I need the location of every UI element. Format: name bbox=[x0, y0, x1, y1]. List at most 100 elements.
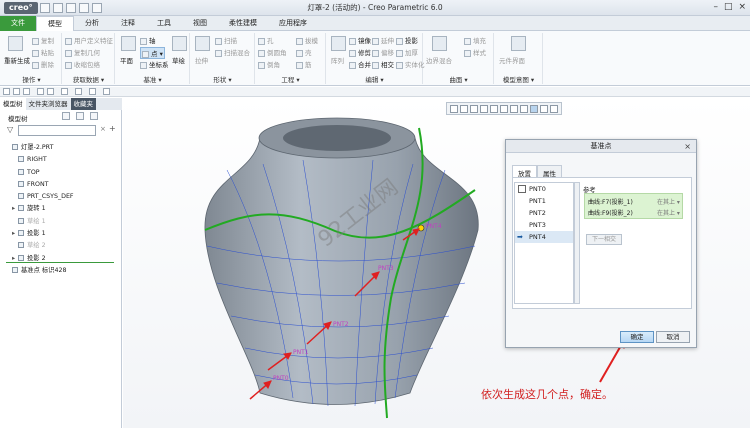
project-button[interactable]: 投影 bbox=[396, 35, 418, 45]
trim-button[interactable]: 修剪 bbox=[349, 47, 371, 57]
tab-flexible-modeling[interactable]: 柔性建模 bbox=[218, 16, 268, 31]
shell-button[interactable]: 壳 bbox=[296, 47, 312, 57]
datum-display-icon[interactable] bbox=[530, 105, 538, 113]
refit-icon[interactable] bbox=[470, 105, 478, 113]
tab-tools[interactable]: 工具 bbox=[146, 16, 182, 31]
regenerate-small-icon[interactable] bbox=[61, 88, 68, 95]
references-collector[interactable]: 曲线:F7(投影_1) 在其上 ▾ 曲线:F9(投影_2) 在其上 ▾ bbox=[584, 193, 683, 219]
axis-button[interactable]: 轴 bbox=[140, 35, 156, 45]
point-item-pnt4[interactable]: ➡ PNT4 bbox=[515, 231, 573, 243]
tree-item[interactable]: TOP bbox=[4, 167, 120, 179]
customize-icon[interactable] bbox=[103, 88, 110, 95]
maximize-icon[interactable]: □ bbox=[724, 2, 733, 12]
tree-item[interactable]: 基准点 标识428 bbox=[4, 265, 120, 277]
next-intersection-button[interactable]: 下一相交 bbox=[586, 234, 622, 245]
zoom-in-icon[interactable] bbox=[450, 105, 458, 113]
lampshade-model[interactable] bbox=[204, 117, 479, 419]
solidify-button[interactable]: 实体化 bbox=[396, 59, 425, 69]
filter-icon[interactable]: ▽ bbox=[7, 125, 13, 134]
tree-item[interactable]: PRT_CSYS_DEF bbox=[4, 191, 120, 203]
tab-applications[interactable]: 应用程序 bbox=[268, 16, 318, 31]
mirror-button[interactable]: 镜像 bbox=[349, 35, 371, 45]
tree-item[interactable]: 草绘 2 bbox=[4, 240, 120, 252]
draft-button[interactable]: 拔模 bbox=[296, 35, 318, 45]
swept-blend-button[interactable]: 扫描混合 bbox=[215, 47, 250, 57]
csys-button[interactable]: 坐标系 bbox=[140, 59, 169, 69]
boundary-blend-button[interactable]: 边界混合 bbox=[426, 55, 452, 65]
plane-button[interactable]: 平面 bbox=[120, 55, 133, 65]
delete-button[interactable]: 删除 bbox=[32, 59, 54, 69]
tree-item[interactable]: FRONT bbox=[4, 179, 120, 191]
merge-button[interactable]: 合并 bbox=[349, 59, 371, 69]
tree-item[interactable]: 灯罩-2.PRT bbox=[4, 142, 120, 154]
tab-folder-browser[interactable]: 文件夹浏览器 bbox=[26, 98, 71, 110]
tab-model[interactable]: 模型 bbox=[36, 16, 74, 32]
tree-search-input[interactable] bbox=[18, 125, 96, 136]
copy-button[interactable]: 复制 bbox=[32, 35, 54, 45]
sweep-button[interactable]: 扫描 bbox=[215, 35, 237, 45]
close-window-icon[interactable] bbox=[89, 88, 96, 95]
tree-show-icon[interactable] bbox=[90, 112, 98, 120]
style-button[interactable]: 样式 bbox=[464, 47, 486, 57]
clear-search-icon[interactable]: × bbox=[100, 125, 106, 133]
save-small-icon[interactable] bbox=[23, 88, 30, 95]
pattern-button[interactable]: 阵列 bbox=[331, 55, 344, 65]
insert-here-line[interactable] bbox=[6, 262, 114, 263]
tree-item[interactable]: ▸ 旋转 1 bbox=[4, 203, 120, 215]
tree-item[interactable]: ▸ 投影 2 bbox=[4, 253, 120, 265]
thicken-button[interactable]: 加厚 bbox=[396, 47, 418, 57]
add-filter-icon[interactable]: + bbox=[109, 124, 116, 133]
minimize-icon[interactable]: – bbox=[713, 2, 718, 12]
round-button[interactable]: 倒圆角 bbox=[258, 47, 287, 57]
zoom-out-icon[interactable] bbox=[460, 105, 468, 113]
fill-button[interactable]: 填充 bbox=[464, 35, 486, 45]
paste-button[interactable]: 粘贴 bbox=[32, 47, 54, 57]
reference-row-2[interactable]: 曲线:F9(投影_2) 在其上 ▾ bbox=[588, 208, 680, 217]
reference-row-1[interactable]: 曲线:F7(投影_1) 在其上 ▾ bbox=[588, 197, 680, 206]
tab-analysis[interactable]: 分析 bbox=[74, 16, 110, 31]
udf-button[interactable]: 用户定义特征 bbox=[65, 35, 113, 45]
extrude-button[interactable]: 拉伸 bbox=[195, 55, 208, 65]
point-button[interactable]: 点 ▾ bbox=[140, 47, 165, 59]
chamfer-button[interactable]: 倒角 bbox=[258, 59, 280, 69]
tab-file[interactable]: 文件 bbox=[0, 16, 36, 31]
extend-button[interactable]: 延伸 bbox=[372, 35, 394, 45]
copy-geometry-button[interactable]: 复制几何 bbox=[65, 47, 100, 57]
spin-center-icon[interactable] bbox=[550, 105, 558, 113]
saved-orientations-icon[interactable] bbox=[500, 105, 508, 113]
perspective-icon[interactable] bbox=[520, 105, 528, 113]
dialog-close-icon[interactable]: × bbox=[684, 140, 691, 153]
point-item-pnt2[interactable]: PNT2 bbox=[515, 207, 573, 219]
point-list[interactable]: PNT0 PNT1 PNT2 PNT3 ➡ PNT4 bbox=[514, 182, 574, 304]
tab-view[interactable]: 视图 bbox=[182, 16, 218, 31]
tree-item[interactable]: RIGHT bbox=[4, 154, 120, 166]
tab-favorites[interactable]: 收藏夹 bbox=[70, 98, 96, 110]
new-icon[interactable] bbox=[3, 88, 10, 95]
point-item-pnt3[interactable]: PNT3 bbox=[515, 219, 573, 231]
repaint-icon[interactable] bbox=[480, 105, 488, 113]
reference-constraint-dropdown[interactable]: 在其上 ▾ bbox=[657, 208, 680, 217]
view-manager-icon[interactable] bbox=[510, 105, 518, 113]
undo-small-icon[interactable] bbox=[37, 88, 44, 95]
component-interface-button[interactable]: 元件界面 bbox=[499, 55, 525, 65]
annotation-display-icon[interactable] bbox=[540, 105, 548, 113]
tab-model-tree[interactable]: 模型树 bbox=[0, 98, 26, 110]
tree-settings-icon[interactable] bbox=[62, 112, 70, 120]
window-icon[interactable] bbox=[75, 88, 82, 95]
reference-constraint-dropdown[interactable]: 在其上 ▾ bbox=[657, 197, 680, 206]
point-item-pnt1[interactable]: PNT1 bbox=[515, 195, 573, 207]
display-style-icon[interactable] bbox=[490, 105, 498, 113]
tree-item[interactable]: 草绘 1 bbox=[4, 216, 120, 228]
redo-small-icon[interactable] bbox=[47, 88, 54, 95]
open-icon[interactable] bbox=[13, 88, 20, 95]
tree-columns-icon[interactable] bbox=[76, 112, 84, 120]
sketch-button[interactable]: 草绘 bbox=[172, 55, 185, 65]
regenerate-button[interactable]: 重新生成 bbox=[4, 55, 30, 65]
intersect-button[interactable]: 相交 bbox=[372, 59, 394, 69]
hole-button[interactable]: 孔 bbox=[258, 35, 274, 45]
point-list-scrollbar[interactable] bbox=[574, 182, 580, 304]
shrinkwrap-button[interactable]: 收缩包络 bbox=[65, 59, 100, 69]
cancel-button[interactable]: 取消 bbox=[656, 331, 690, 343]
ok-button[interactable]: 确定 bbox=[620, 331, 654, 343]
tree-item[interactable]: ▸ 投影 1 bbox=[4, 228, 120, 240]
